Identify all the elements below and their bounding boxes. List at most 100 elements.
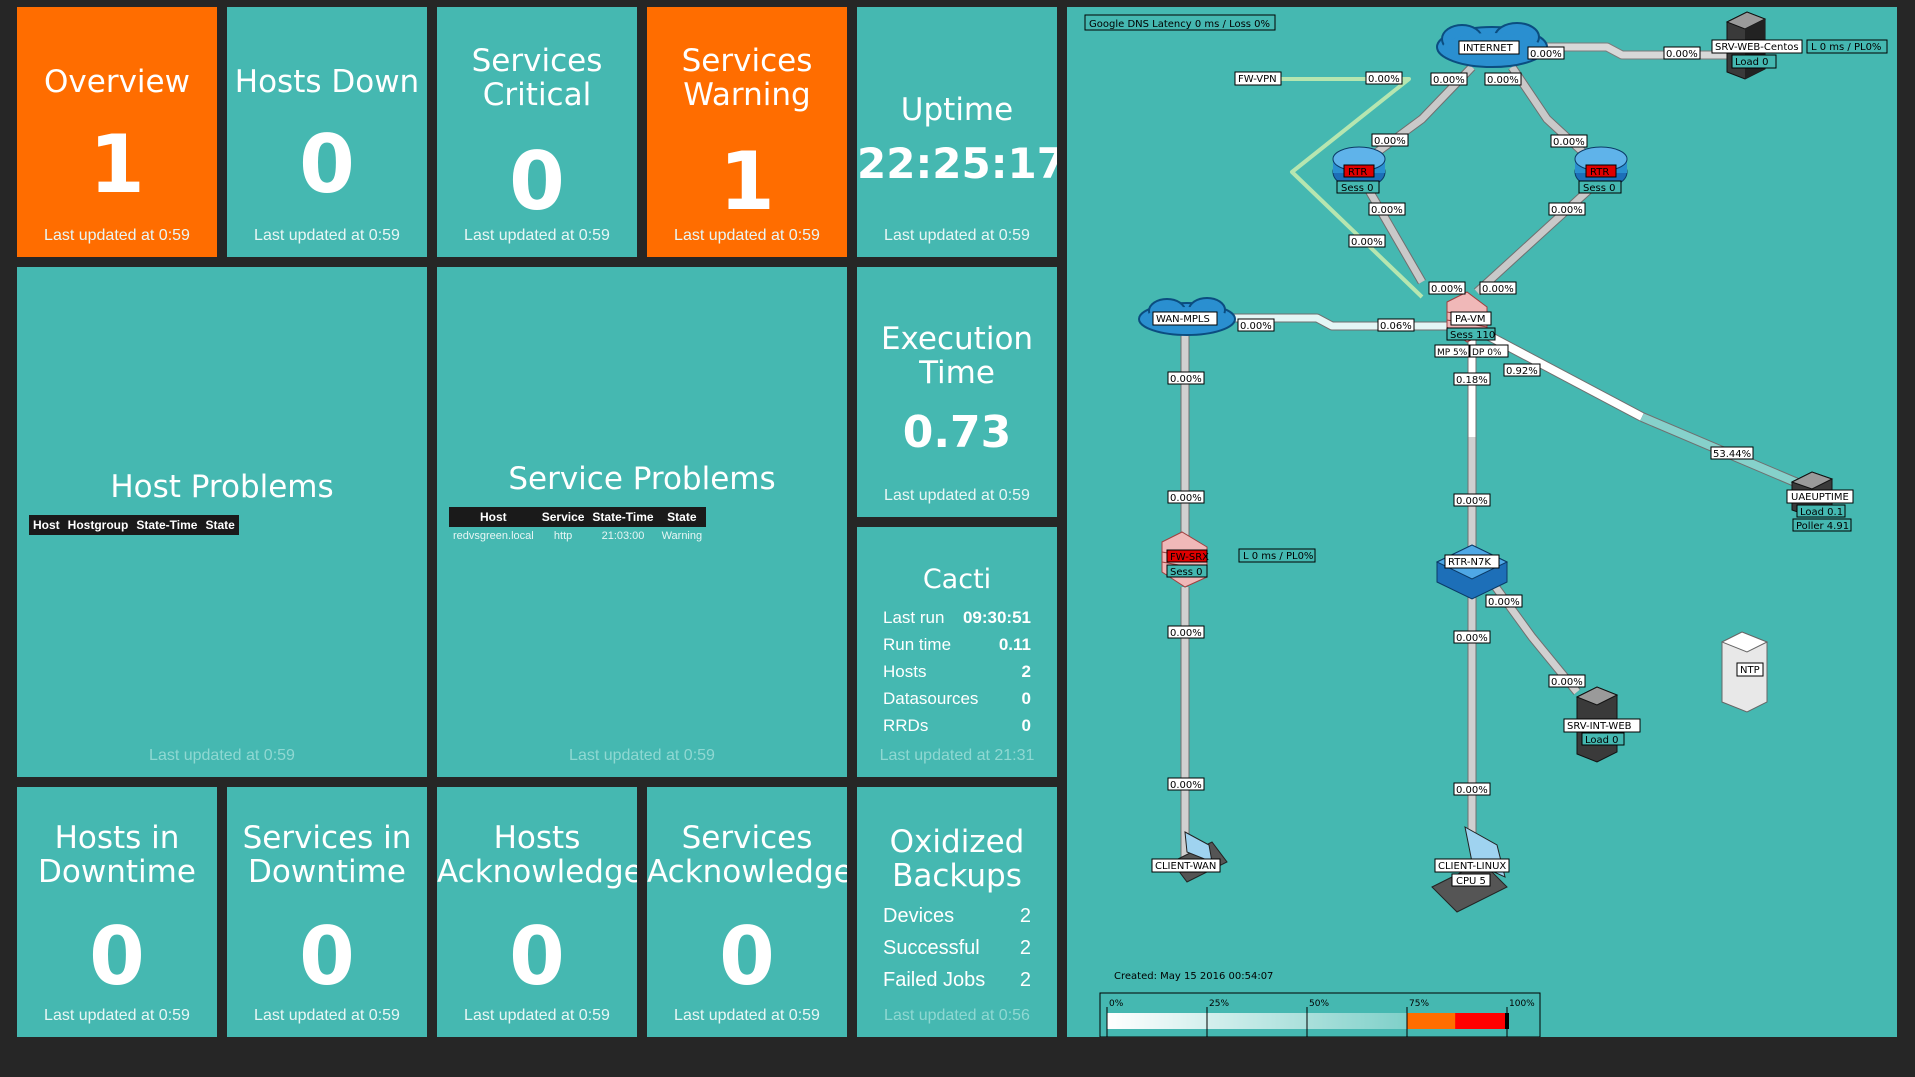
- execution-time-tile[interactable]: Execution Time 0.73 Last updated at 0:59: [857, 267, 1057, 517]
- tile-title: ServicesAcknowledged: [647, 821, 847, 889]
- cacti-value: 0: [1021, 716, 1031, 735]
- service-problems-tile[interactable]: Service Problems Host Service State-Time…: [437, 267, 847, 777]
- hosts-down-tile[interactable]: Hosts Down 0 Last updated at 0:59: [227, 7, 427, 257]
- column-header: Host: [449, 507, 538, 527]
- link-label: 0.00%: [1170, 628, 1202, 639]
- tile-title-line2: Warning: [683, 77, 811, 113]
- last-updated: Last updated at 0:59: [884, 487, 1030, 504]
- link-label: 0.92%: [1506, 366, 1538, 377]
- node-label-wan-mpls: WAN-MPLS: [1156, 314, 1210, 325]
- tile-title-line1: Oxidized: [889, 824, 1025, 860]
- node-label-srv-int-web: SRV-INT-WEB: [1567, 721, 1632, 732]
- cacti-row: Hosts 2: [883, 662, 1031, 682]
- cacti-row: RRDs 0: [883, 716, 1031, 736]
- laptop-icon[interactable]: [1171, 831, 1228, 883]
- host-problems-table: Host Hostgroup State-Time State: [29, 515, 239, 535]
- node-cpu-client-linux: CPU 5: [1456, 876, 1486, 887]
- last-updated: Last updated at 0:59: [464, 1007, 610, 1024]
- node-label-rtr2: RTR: [1590, 167, 1609, 178]
- host-problems-tile[interactable]: Host Problems Host Hostgroup State-Time …: [17, 267, 427, 777]
- services-acknowledged-tile[interactable]: ServicesAcknowledged 0 Last updated at 0…: [647, 787, 847, 1037]
- tile-title-line1: Services: [681, 820, 813, 856]
- tile-title: Uptime: [900, 92, 1014, 128]
- link-label: 0.00%: [1666, 49, 1698, 60]
- cacti-key: Hosts: [883, 662, 927, 681]
- node-label-client-linux: CLIENT-LINUX: [1438, 861, 1506, 872]
- node-label-rtr-n7k: RTR-N7K: [1448, 557, 1491, 568]
- legend-tick: 50%: [1309, 999, 1329, 1009]
- link-label: 0.00%: [1351, 237, 1383, 248]
- cacti-tile[interactable]: Cacti Last run 09:30:51 Run time 0.11 Host…: [857, 527, 1057, 777]
- link-label: 0.00%: [1240, 321, 1272, 332]
- execution-time-value: 0.73: [902, 407, 1012, 458]
- link-label: 0.00%: [1170, 493, 1202, 504]
- tile-title: Service Problems: [508, 461, 776, 497]
- latency-title: Google DNS Latency 0 ms / Loss 0%: [1089, 19, 1270, 30]
- tile-title-line2: Time: [919, 355, 995, 391]
- cacti-value: 0.11: [998, 635, 1031, 654]
- node-load-srv-web-centos: Load 0: [1735, 57, 1769, 68]
- link-label: 0.00%: [1482, 284, 1514, 295]
- last-updated: Last updated at 21:31: [879, 747, 1035, 764]
- node-label-uaeuptime: UAEUPTIME: [1791, 492, 1849, 503]
- cacti-key: RRDs: [883, 716, 929, 735]
- node-label-pa-vm: PA-VM: [1455, 314, 1486, 325]
- link-label: 0.00%: [1530, 49, 1562, 60]
- cacti-row: Datasources 0: [883, 689, 1031, 709]
- cacti-key: Datasources: [883, 689, 979, 708]
- oxidized-key: Devices: [883, 905, 955, 927]
- tile-title: Execution Time: [857, 322, 1057, 390]
- weathermap-panel[interactable]: Google DNS Latency 0 ms / Loss 0% INTERN…: [1067, 7, 1897, 1037]
- tile-title-line2: Acknowledged: [437, 854, 637, 890]
- node-label-fw-vpn: FW-VPN: [1238, 74, 1277, 85]
- tile-title: Oxidized Backups: [857, 825, 1057, 893]
- tile-title-line1: Services: [471, 43, 603, 79]
- tile-title-line1: Hosts in: [54, 820, 180, 856]
- link-label: 0.00%: [1431, 284, 1463, 295]
- services-in-downtime-tile[interactable]: Services in Downtime 0 Last updated at 0:…: [227, 787, 427, 1037]
- link-label: 53.44%: [1713, 449, 1751, 460]
- tile-title: Cacti: [922, 564, 992, 595]
- node-latency-fw-srx: L 0 ms / PL0%: [1243, 551, 1313, 562]
- link-label: 0.00%: [1368, 74, 1400, 85]
- overview-tile[interactable]: Overview 1 Last updated at 0:59: [17, 7, 217, 257]
- column-header: Service: [537, 507, 589, 527]
- node-latency-srv-web-centos: L 0 ms / PL0%: [1811, 42, 1881, 53]
- legend-tick: 75%: [1409, 999, 1429, 1009]
- node-label-ntp: NTP: [1740, 665, 1760, 676]
- services-warning-tile[interactable]: Services Warning 1 Last updated at 0:59: [647, 7, 847, 257]
- tile-title: Hosts Down: [234, 64, 420, 100]
- hosts-in-downtime-tile[interactable]: Hosts in Downtime 0 Last updated at 0:59: [17, 787, 217, 1037]
- tile-title: Services in Downtime: [227, 821, 427, 889]
- tile-value: 0: [299, 910, 355, 1003]
- column-header: State-Time: [588, 507, 658, 527]
- oxidized-backups-tile[interactable]: Oxidized Backups Devices 2 Successful 2 Fai…: [857, 787, 1057, 1037]
- node-load-uaeuptime: Load 0.1: [1800, 507, 1843, 518]
- last-updated: Last updated at 0:59: [44, 1007, 190, 1024]
- legend-tick: 0%: [1109, 999, 1124, 1009]
- uptime-tile[interactable]: Uptime 22:25:17 Last updated at 0:59: [857, 7, 1057, 257]
- node-load-srv-int-web: Load 0: [1585, 735, 1619, 746]
- link-label: 0.00%: [1551, 205, 1583, 216]
- link-label: 0.00%: [1553, 137, 1585, 148]
- utilization-legend: 0% 25% 50% 75% 100%: [1099, 992, 1541, 1037]
- tile-title: Overview: [44, 64, 190, 100]
- column-header: State: [657, 507, 707, 527]
- tile-title-line1: Execution: [880, 321, 1034, 357]
- node-label-client-wan: CLIENT-WAN: [1155, 861, 1216, 872]
- tile-title-line2: Downtime: [248, 854, 406, 890]
- link-label: 0.00%: [1374, 136, 1406, 147]
- services-critical-tile[interactable]: Services Critical 0 Last updated at 0:59: [437, 7, 637, 257]
- hosts-acknowledged-tile[interactable]: HostsAcknowledged 0 Last updated at 0:59: [437, 787, 637, 1037]
- node-mp-pa-vm: MP 5%: [1437, 348, 1468, 358]
- created-timestamp: Created: May 15 2016 00:54:07: [1114, 971, 1273, 982]
- node-sess-pa-vm: Sess 110: [1450, 330, 1495, 341]
- column-header: State-Time: [132, 515, 202, 535]
- tile-value: 1: [89, 118, 145, 211]
- legend-tick: 25%: [1209, 999, 1229, 1009]
- link-label: 0.06%: [1380, 321, 1412, 332]
- oxidized-key: Successful: [883, 937, 980, 959]
- table-row[interactable]: redvsgreen.local http 21:03:00 Warning: [449, 527, 706, 545]
- node-poller-uaeuptime: Poller 4.91: [1796, 521, 1849, 532]
- last-updated: Last updated at 0:59: [254, 1007, 400, 1024]
